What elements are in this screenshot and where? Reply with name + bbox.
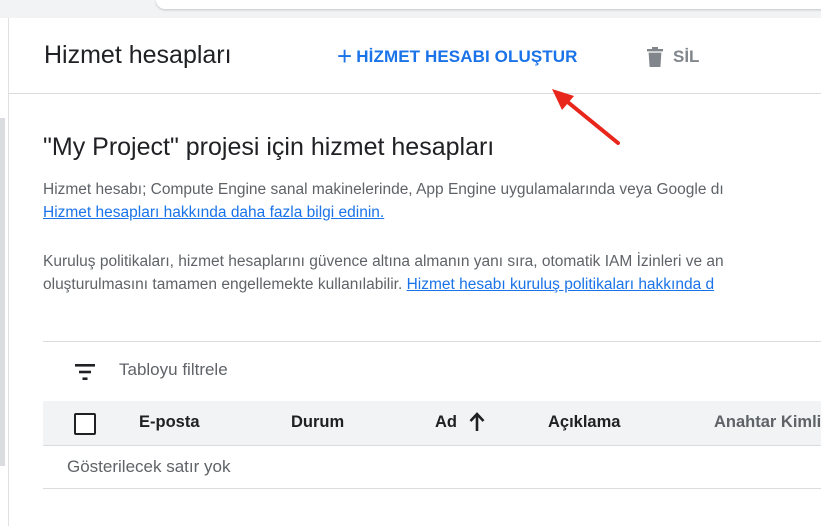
description-text: Hizmet hesabı; Compute Engine sanal maki…	[43, 181, 724, 198]
learn-more-link[interactable]: Hizmet hesapları hakkında daha fazla bil…	[43, 204, 384, 221]
table-empty-row: Gösterilecek satır yok	[43, 445, 821, 489]
delete-button[interactable]: SİL	[647, 41, 699, 73]
section-title: "My Project" projesi için hizmet hesapla…	[43, 133, 495, 161]
left-scrollbar[interactable]	[0, 118, 5, 466]
org-policy-description: Kuruluş politikaları, hizmet hesaplarını…	[43, 250, 821, 296]
table-header-row: E-posta Durum Ad Açıklama Anahtar Kimli	[43, 401, 821, 446]
table-filter-bar[interactable]: Tabloyu filtrele	[43, 341, 821, 402]
filter-list-icon	[75, 364, 95, 380]
column-header-status[interactable]: Durum	[291, 413, 344, 432]
column-header-name[interactable]: Ad	[435, 412, 485, 432]
delete-label: SİL	[673, 47, 700, 66]
org-policy-line2: oluşturulmasını tamamen engellemekte kul…	[43, 273, 821, 296]
create-service-account-button[interactable]: + HİZMET HESABI OLUŞTUR	[337, 41, 578, 73]
org-policy-text-line1: Kuruluş politikaları, hizmet hesaplarını…	[43, 253, 724, 270]
trash-icon	[647, 47, 663, 67]
service-account-description: Hizmet hesabı; Compute Engine sanal maki…	[43, 178, 821, 224]
create-service-account-label: HİZMET HESABI OLUŞTUR	[356, 47, 578, 66]
column-header-description[interactable]: Açıklama	[548, 413, 620, 432]
filter-input-placeholder[interactable]: Tabloyu filtrele	[119, 360, 228, 380]
empty-table-message: Gösterilecek satır yok	[67, 457, 231, 476]
search-bar-edge[interactable]	[156, 0, 821, 9]
page-header: Hizmet hesapları + HİZMET HESABI OLUŞTUR…	[9, 18, 821, 94]
org-policy-link[interactable]: Hizmet hesabı kuruluş politikaları hakkı…	[407, 276, 715, 293]
column-header-key-id[interactable]: Anahtar Kimli	[714, 413, 821, 432]
select-all-checkbox[interactable]	[74, 413, 96, 435]
arrow-upward-icon	[469, 412, 485, 431]
org-policy-text-line2: oluşturulmasını tamamen engellemekte kul…	[43, 276, 403, 293]
annotation-arrow	[552, 89, 620, 145]
page-title: Hizmet hesapları	[44, 41, 232, 69]
plus-icon: +	[337, 41, 353, 71]
column-header-name-label: Ad	[435, 413, 457, 431]
column-header-email[interactable]: E-posta	[139, 413, 200, 432]
